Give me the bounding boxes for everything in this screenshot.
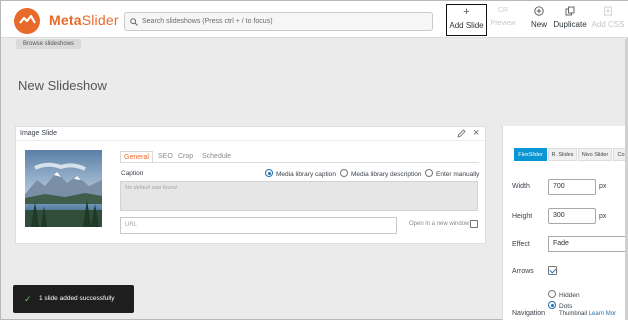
height-label: Height bbox=[512, 213, 533, 220]
effect-select[interactable]: Fade bbox=[548, 236, 628, 252]
brand-name: MetaSlider bbox=[49, 12, 119, 28]
caption-option-media-description[interactable]: Media library description bbox=[340, 169, 421, 179]
pencil-icon[interactable] bbox=[457, 129, 466, 138]
duplicate-icon bbox=[552, 4, 588, 18]
success-toast: ✓ 1 slide added successfully bbox=[13, 285, 134, 313]
slide-card-header: Image Slide × bbox=[16, 127, 485, 141]
width-unit: px bbox=[599, 183, 607, 190]
radio[interactable] bbox=[340, 169, 348, 177]
metaslider-logo-icon[interactable] bbox=[14, 8, 40, 34]
width-input[interactable]: 700 bbox=[548, 179, 596, 195]
new-window-checkbox[interactable] bbox=[470, 220, 478, 228]
search-icon bbox=[130, 18, 138, 26]
new-window-label: Open in a new window bbox=[409, 221, 470, 227]
caption-option-enter-manually[interactable]: Enter manually bbox=[425, 169, 479, 179]
add-css-button[interactable]: Add CSS bbox=[591, 4, 625, 36]
radio-selected[interactable] bbox=[265, 169, 273, 177]
caption-textarea[interactable]: No default was found bbox=[120, 181, 478, 211]
navigation-label: Navigation bbox=[512, 310, 546, 317]
navigation-option-dots[interactable]: Dots bbox=[548, 301, 572, 311]
navigation-option-thumbnail[interactable]: Thumbnail Learn Mor bbox=[559, 311, 616, 317]
slide-thumbnail-image[interactable] bbox=[25, 150, 102, 227]
breadcrumb-browse-slideshows[interactable]: Browse slideshows bbox=[16, 39, 82, 49]
url-input[interactable]: URL bbox=[120, 217, 397, 234]
slideshow-settings-panel: FlexSlider R. Slides Nivo Slider Co Widt… bbox=[502, 126, 628, 320]
image-slide-card: Image Slide × General SEO Crop Schedule … bbox=[15, 126, 486, 244]
new-button[interactable]: New bbox=[527, 4, 551, 36]
tab-r-slides[interactable]: R. Slides bbox=[548, 148, 577, 161]
tab-nivo-slider[interactable]: Nivo Slider bbox=[578, 148, 612, 161]
radio[interactable] bbox=[425, 169, 433, 177]
toast-message: 1 slide added successfully bbox=[39, 295, 115, 302]
new-circle-plus-icon bbox=[527, 4, 551, 18]
plus-icon: + bbox=[463, 6, 470, 18]
height-unit: px bbox=[599, 213, 607, 220]
add-css-icon bbox=[591, 4, 625, 18]
preview-icon: CR bbox=[497, 7, 509, 14]
search-input[interactable]: Search slideshows (Press ctrl + / to foc… bbox=[124, 12, 433, 31]
navigation-option-hidden[interactable]: Hidden bbox=[548, 290, 580, 300]
page-title: New Slideshow bbox=[18, 78, 107, 93]
height-input[interactable]: 300 bbox=[548, 208, 596, 224]
width-label: Width bbox=[512, 183, 530, 190]
top-bar: MetaSlider Search slideshows (Press ctrl… bbox=[1, 1, 628, 38]
search-placeholder: Search slideshows (Press ctrl + / to foc… bbox=[142, 18, 273, 25]
slide-card-title: Image Slide bbox=[20, 130, 57, 137]
duplicate-button[interactable]: Duplicate bbox=[552, 4, 588, 36]
tab-divider bbox=[120, 162, 479, 163]
caption-option-media-caption[interactable]: Media library caption bbox=[265, 169, 336, 179]
tab-flexslider[interactable]: FlexSlider bbox=[514, 148, 547, 161]
checkmark-icon: ✓ bbox=[24, 294, 32, 304]
add-slide-button[interactable]: + Add Slide bbox=[446, 4, 487, 36]
preview-button[interactable]: CR Preview bbox=[489, 4, 517, 36]
close-icon[interactable]: × bbox=[473, 128, 479, 139]
arrows-label: Arrows bbox=[512, 268, 534, 275]
learn-more-link[interactable]: Learn Mor bbox=[589, 311, 616, 317]
caption-label: Caption bbox=[121, 170, 144, 177]
radio[interactable] bbox=[548, 290, 556, 298]
radio-selected[interactable] bbox=[548, 301, 556, 309]
effect-label: Effect bbox=[512, 241, 530, 248]
arrows-checkbox[interactable] bbox=[548, 266, 557, 275]
